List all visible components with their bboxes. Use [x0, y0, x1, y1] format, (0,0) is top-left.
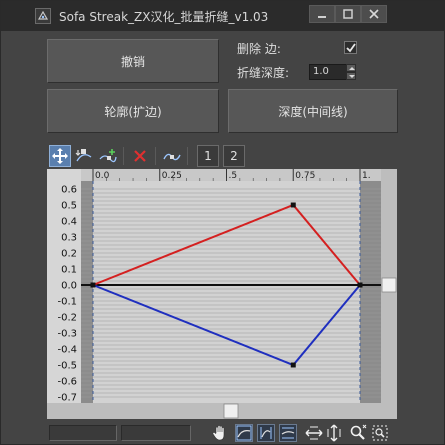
x-tick-label: 0.0 [95, 171, 110, 181]
crease-depth-label: 折缝深度: [237, 66, 290, 80]
y-tick-label: 0.0 [61, 281, 77, 292]
zoom-vertical-icon [327, 424, 341, 442]
move-icon [52, 148, 68, 164]
zoom-region-icon [372, 425, 388, 441]
out-of-range-right [360, 181, 381, 403]
curve-2-button[interactable]: 2 [223, 145, 245, 167]
close-icon [369, 9, 379, 19]
zoom-vertical-extents-button[interactable] [279, 424, 297, 442]
control-point[interactable] [290, 202, 296, 208]
zoom-extents-button[interactable] [235, 424, 253, 442]
zoom-icon [350, 424, 367, 440]
arrow-down-icon [349, 75, 355, 78]
window-title: Sofa Streak_ZX汉化_批量折缝_v1.03 [59, 10, 269, 24]
spinner-down-button[interactable] [346, 72, 356, 80]
zoom-horizontal-button[interactable] [305, 424, 323, 442]
y-tick-label: 0.1 [61, 265, 77, 276]
delete-edge-label: 删除 边: [237, 42, 281, 56]
delete-edge-checkbox[interactable] [344, 41, 357, 54]
app-icon [35, 8, 51, 24]
y-tick-label: -0.7 [57, 393, 77, 404]
app-window: Sofa Streak_ZX汉化_批量折缝_v1.03 撤销 删除 边: 折缝深… [0, 0, 445, 445]
zoom-region-button[interactable] [371, 424, 389, 442]
undo-button[interactable]: 撤销 [47, 39, 219, 83]
maximize-icon [343, 9, 353, 19]
x-tick-label: 0.25 [162, 171, 182, 181]
y-tick-label: -0.5 [57, 361, 77, 372]
scale-point-icon [75, 149, 92, 162]
zoom-horizontal-icon [305, 426, 323, 440]
y-tick-label: -0.3 [57, 329, 77, 340]
curve-graph-canvas[interactable]: 0.0 0.25 .5 0.75 1. 0.6 0.5 0.4 0.3 0.2 0.1 0.0 -0.1… [47, 169, 397, 419]
x-tick-label: 1. [362, 171, 371, 181]
reset-curve-icon [163, 153, 181, 161]
curve-toolbar: 1 2 [47, 143, 397, 169]
delete-point-icon [134, 150, 146, 162]
y-tick-label: 0.6 [61, 185, 77, 196]
spinner-up-button[interactable] [346, 64, 356, 72]
pan-tool-button[interactable] [211, 424, 229, 442]
minimize-icon [318, 16, 326, 18]
minimize-button[interactable] [309, 5, 335, 23]
vertical-scrollbar-thumb[interactable] [381, 277, 397, 293]
coord-y-field[interactable] [121, 425, 191, 441]
zoom-vertical-button[interactable] [325, 424, 343, 442]
checkmark-icon [346, 43, 356, 53]
scale-point-tool-button[interactable] [73, 145, 95, 167]
status-bar [47, 423, 397, 443]
maximize-button[interactable] [335, 5, 361, 23]
y-tick-label: 0.5 [61, 201, 77, 212]
arrow-up-icon [349, 67, 355, 70]
zoom-horizontal-extents-button[interactable] [257, 424, 275, 442]
horizontal-scrollbar-thumb[interactable] [223, 403, 239, 419]
y-tick-label: 0.4 [61, 217, 77, 228]
add-point-icon [99, 149, 117, 163]
y-tick-label: 0.2 [61, 249, 77, 260]
depth-button[interactable]: 深度(中间线) [228, 89, 398, 133]
hand-icon [212, 425, 225, 441]
add-point-tool-button[interactable] [97, 145, 119, 167]
reset-curve-tool-button[interactable] [161, 145, 183, 167]
delete-point-tool-button[interactable] [129, 145, 151, 167]
curve-1-button[interactable]: 1 [197, 145, 219, 167]
y-tick-label: -0.6 [57, 377, 77, 388]
plot-area[interactable] [81, 181, 381, 403]
y-tick-label: 0.3 [61, 233, 77, 244]
y-tick-label: -0.4 [57, 345, 77, 356]
toolbar-separator [187, 147, 188, 165]
zoom-horizontal-extents-icon [260, 427, 272, 439]
control-point[interactable] [357, 282, 363, 288]
toolbar-separator [155, 147, 156, 165]
zoom-extents-icon [236, 425, 252, 441]
coord-x-field[interactable] [49, 425, 117, 441]
control-point[interactable] [290, 362, 296, 368]
move-tool-button[interactable] [49, 145, 71, 167]
out-of-range-left [81, 181, 93, 403]
y-tick-label: -0.2 [57, 313, 77, 324]
y-tick-label: -0.1 [57, 297, 77, 308]
curve-graph[interactable]: 0.0 0.25 .5 0.75 1. 0.6 0.5 0.4 0.3 0.2 0.1 0.0 -0.1… [47, 169, 397, 419]
close-button[interactable] [361, 5, 387, 23]
control-point[interactable] [90, 282, 96, 288]
zoom-button[interactable] [349, 424, 367, 442]
zoom-vertical-extents-icon [281, 427, 295, 439]
outline-button[interactable]: 轮廓(扩边) [47, 89, 219, 133]
crease-depth-spinner[interactable] [346, 64, 356, 80]
toolbar-separator [123, 147, 124, 165]
title-bar[interactable]: Sofa Streak_ZX汉化_批量折缝_v1.03 [1, 1, 444, 31]
horizontal-scrollbar-track[interactable] [47, 403, 397, 419]
x-tick-label: 0.75 [295, 171, 315, 181]
x-tick-label: .5 [229, 171, 238, 181]
